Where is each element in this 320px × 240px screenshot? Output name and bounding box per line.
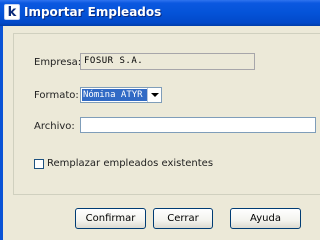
- title-bar[interactable]: k Importar Empleados: [0, 0, 320, 26]
- close-button[interactable]: Cerrar: [153, 208, 213, 229]
- window-title: Importar Empleados: [24, 5, 162, 19]
- archivo-input[interactable]: [80, 117, 316, 133]
- empresa-label: Empresa:: [34, 57, 82, 68]
- empresa-field: FOSUR S.A.: [80, 53, 255, 70]
- archivo-label: Archivo:: [34, 121, 75, 132]
- help-button[interactable]: Ayuda: [230, 208, 301, 229]
- app-icon: k: [4, 4, 20, 20]
- formato-selected-value: Nómina ATYR: [82, 89, 148, 101]
- chevron-down-icon[interactable]: [147, 88, 161, 102]
- formato-label: Formato:: [34, 90, 79, 101]
- replace-label[interactable]: Remplazar empleados existentes: [47, 158, 213, 170]
- window-border: [0, 26, 3, 240]
- formato-select[interactable]: Nómina ATYR: [80, 87, 162, 103]
- confirm-button[interactable]: Confirmar: [75, 208, 146, 229]
- replace-checkbox[interactable]: [34, 159, 44, 169]
